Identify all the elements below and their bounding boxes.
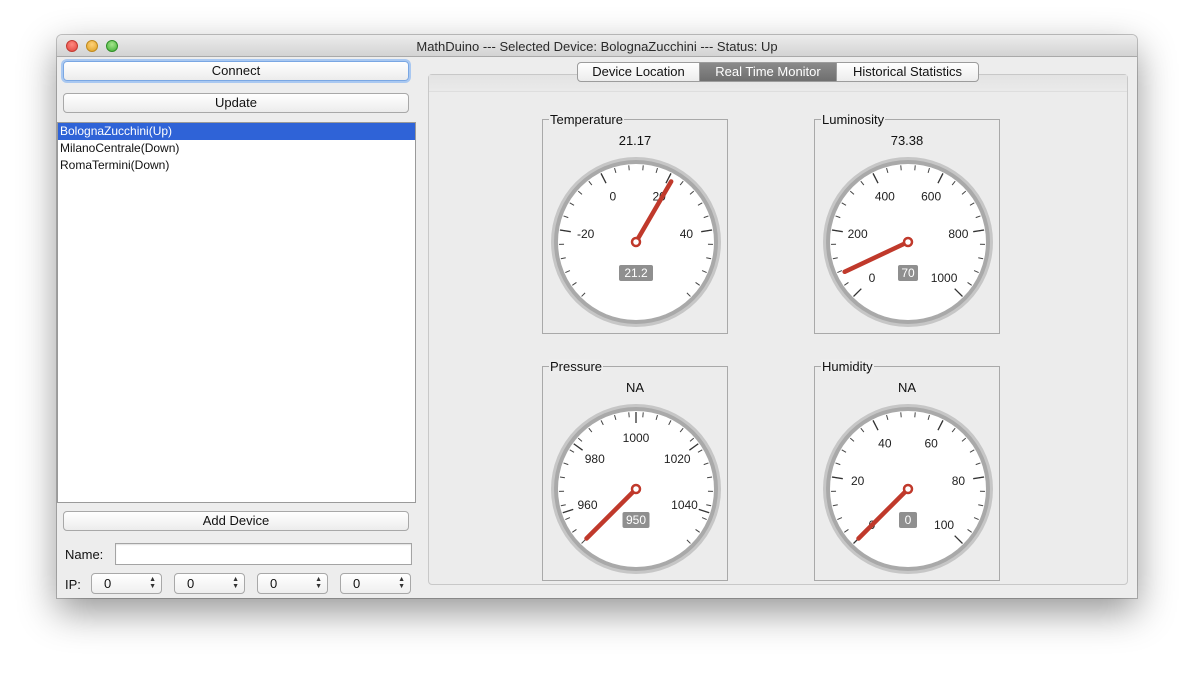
gauge-hub	[902, 236, 914, 248]
add-device-button[interactable]: Add Device	[63, 511, 409, 531]
name-label: Name:	[65, 547, 104, 562]
ip-octet-2-value: 0	[187, 576, 195, 591]
gauge-dial: -200 204021.2	[551, 157, 721, 327]
connect-button[interactable]: Connect	[63, 61, 409, 81]
device-list-item[interactable]: RomaTermini(Down)	[58, 157, 415, 174]
ip-octet-1-value: 0	[104, 576, 112, 591]
gauge-hub	[630, 236, 642, 248]
gauge-value: NA	[897, 380, 917, 395]
gauge-tick-label: 60	[924, 437, 938, 451]
ip-octet-3-value: 0	[270, 576, 278, 591]
stepper-arrows-icon[interactable]: ▲ ▼	[149, 576, 156, 590]
gauge-value: 73.38	[890, 133, 924, 148]
gauge-tick-label: 0	[869, 271, 876, 285]
ip-octet-4-stepper[interactable]: 0 ▲ ▼	[340, 573, 411, 594]
tab-content-panel	[428, 74, 1128, 585]
gauge-title: Temperature	[549, 112, 624, 127]
ip-octet-1-stepper[interactable]: 0 ▲ ▼	[91, 573, 162, 594]
gauge-tick-label: 1040	[671, 498, 698, 512]
device-list[interactable]: BolognaZucchini(Up) MilanoCentrale(Down)…	[57, 122, 416, 503]
gauge-value: 21.17	[618, 133, 652, 148]
gauge-badge-text: 950	[626, 513, 646, 527]
device-list-item[interactable]: MilanoCentrale(Down)	[58, 140, 415, 157]
ip-octet-4-value: 0	[353, 576, 361, 591]
update-button[interactable]: Update	[63, 93, 409, 113]
gauge-dial: 0 200 400 600 800 1000 70	[823, 157, 993, 327]
gauge-hub	[902, 483, 914, 495]
pressure-gauge-panel: Pressure NA 960 980 1000 1020 1040 950	[542, 359, 728, 581]
gauge-tick-label: 1000	[931, 271, 958, 285]
gauge-tick-label: 200	[848, 227, 868, 241]
gauge-dial: 960 980 1000 1020 1040 950	[551, 404, 721, 574]
gauge-tick-label: 800	[948, 227, 968, 241]
app-window: MathDuino --- Selected Device: BolognaZu…	[57, 35, 1137, 598]
tab-bar: Device Location Real Time Monitor Histor…	[577, 62, 979, 82]
tab-historical-statistics[interactable]: Historical Statistics	[837, 63, 978, 81]
gauge-value: NA	[625, 380, 645, 395]
gauge-tick-label: 1000	[623, 431, 650, 445]
gauge-title: Humidity	[821, 359, 874, 374]
humidity-gauge-panel: Humidity NA 0204060801000	[814, 359, 1000, 581]
gauge-title: Pressure	[549, 359, 604, 374]
gauge-tick-label: 0	[610, 190, 617, 204]
gauge-tick-label: 20	[851, 474, 865, 488]
ip-octet-2-stepper[interactable]: 0 ▲ ▼	[174, 573, 245, 594]
ip-label: IP:	[65, 577, 81, 592]
gauge-tick-label: 1020	[664, 452, 691, 466]
gauge-tick-label: 960	[577, 498, 597, 512]
luminosity-gauge-panel: Luminosity 73.38 0 200 400 600 800 1000 70	[814, 112, 1000, 334]
gauge-tick-label: 980	[585, 452, 605, 466]
stepper-arrows-icon[interactable]: ▲ ▼	[398, 576, 405, 590]
gauge-tick-label: 40	[878, 437, 892, 451]
gauge-tick-label: 100	[934, 518, 954, 532]
stepper-arrows-icon[interactable]: ▲ ▼	[232, 576, 239, 590]
gauge-tick-label: 40	[680, 227, 694, 241]
gauge-tick-label: 400	[875, 190, 895, 204]
temperature-gauge-panel: Temperature 21.17 -20 0 20 40 21.2	[542, 112, 728, 334]
gauge-tick-label: 80	[952, 474, 966, 488]
title-bar: MathDuino --- Selected Device: BolognaZu…	[57, 35, 1137, 57]
tab-device-location[interactable]: Device Location	[578, 63, 700, 81]
gauge-title: Luminosity	[821, 112, 886, 127]
stepper-arrows-icon[interactable]: ▲ ▼	[315, 576, 322, 590]
gauge-tick-label: 600	[921, 190, 941, 204]
gauge-hub	[630, 483, 642, 495]
gauge-badge-text: 70	[901, 266, 915, 280]
gauge-badge-text: 21.2	[624, 266, 648, 280]
gauge-tick-label: -20	[577, 227, 595, 241]
gauge-badge-text: 0	[905, 513, 912, 527]
tab-real-time-monitor[interactable]: Real Time Monitor	[700, 63, 837, 81]
gauge-dial: 0204060801000	[823, 404, 993, 574]
ip-octet-3-stepper[interactable]: 0 ▲ ▼	[257, 573, 328, 594]
window-title: MathDuino --- Selected Device: BolognaZu…	[416, 39, 778, 54]
device-list-item[interactable]: BolognaZucchini(Up)	[58, 123, 415, 140]
name-field[interactable]	[115, 543, 412, 565]
